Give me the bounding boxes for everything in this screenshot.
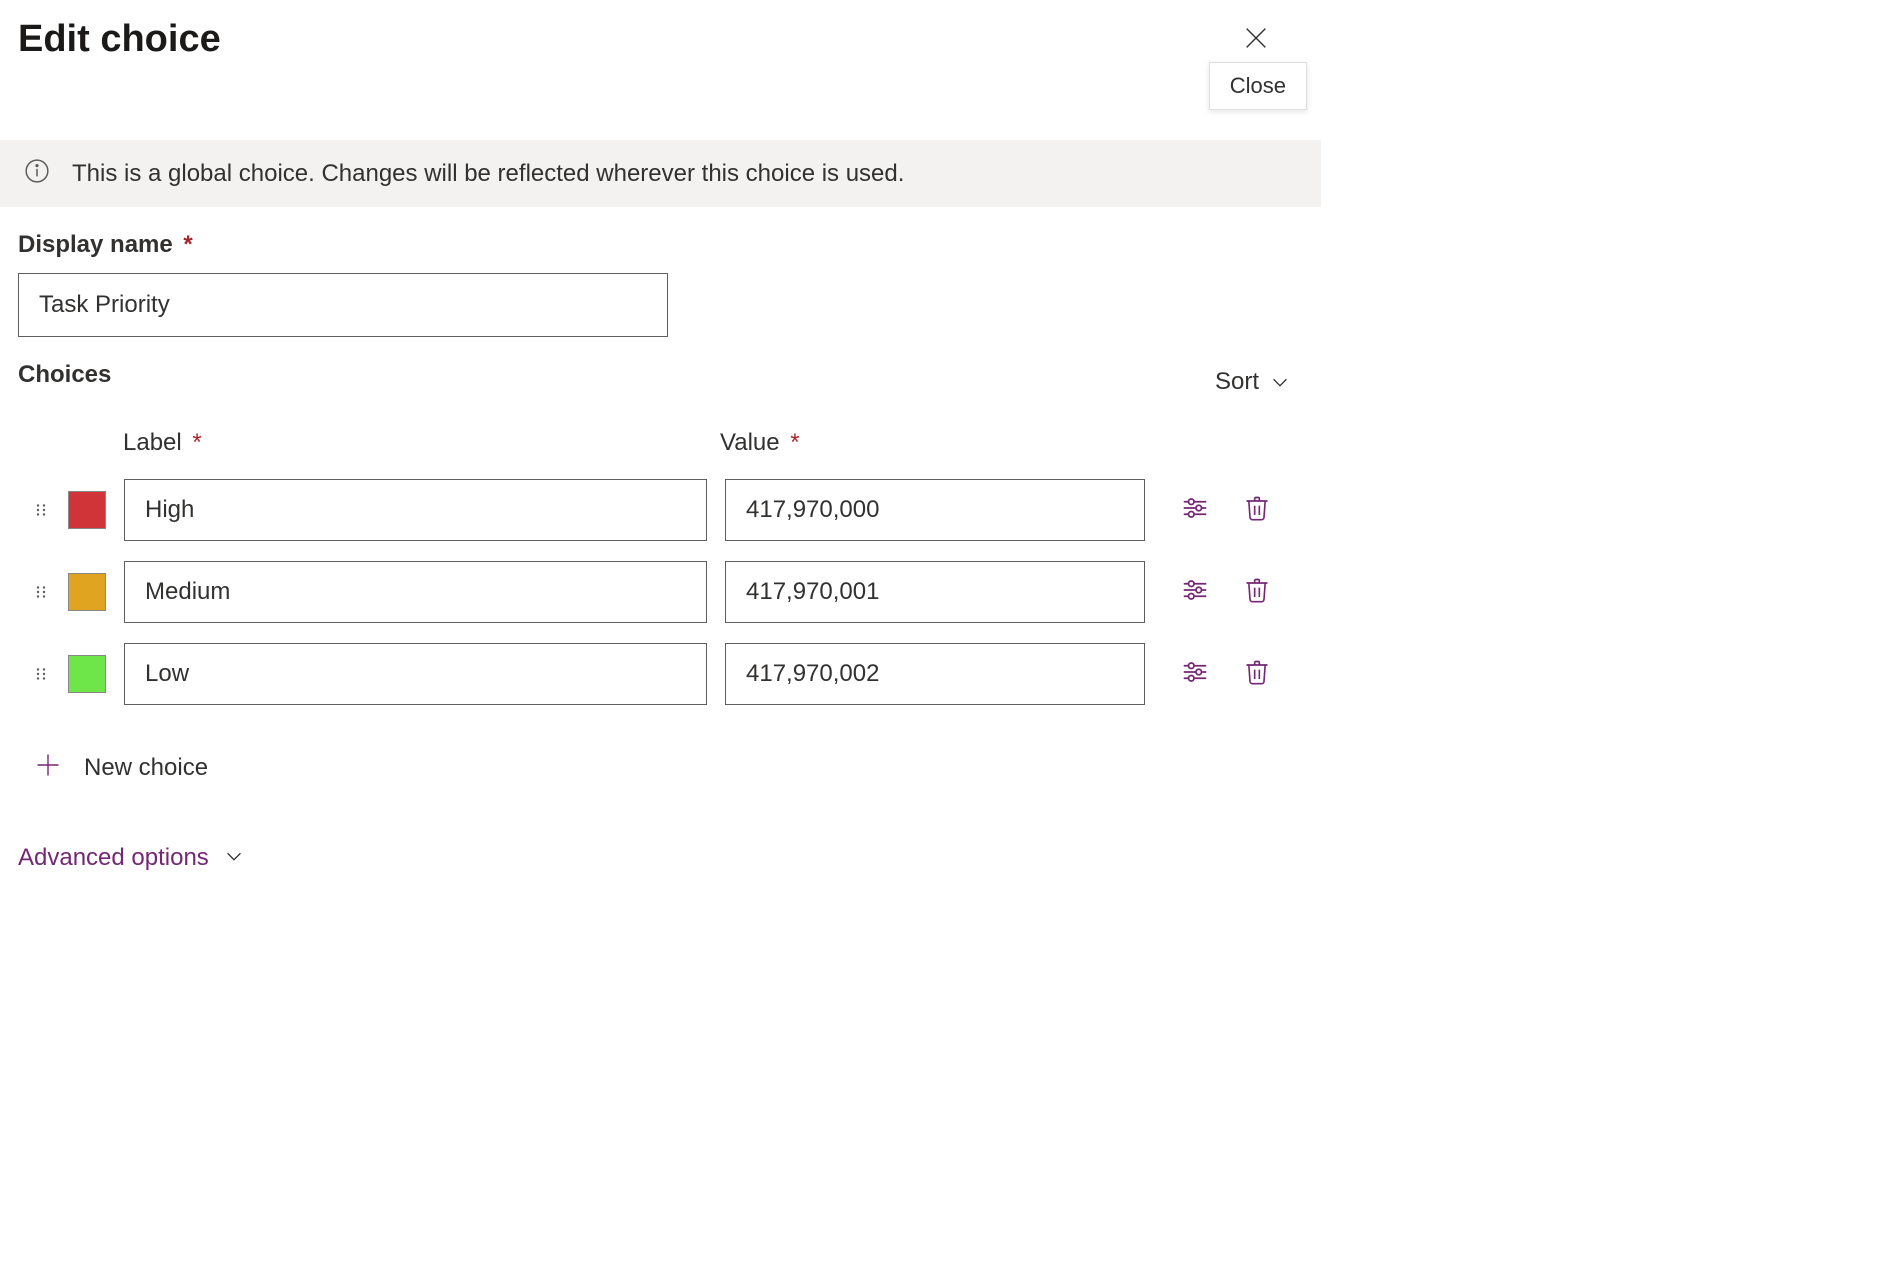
advanced-options-toggle[interactable]: Advanced options [0, 784, 1321, 878]
edit-choice-panel: Edit choice Close This is a global choic… [0, 0, 1321, 878]
trash-icon [1243, 658, 1271, 691]
drag-handle-icon[interactable] [18, 501, 64, 519]
trash-icon [1243, 494, 1271, 527]
color-swatch[interactable] [68, 573, 106, 611]
row-delete-button[interactable] [1241, 494, 1273, 526]
choice-column-headers: Label * Value * [0, 409, 1321, 469]
chevron-down-icon [1269, 371, 1291, 393]
sliders-icon [1180, 493, 1210, 528]
drag-handle-icon[interactable] [18, 665, 64, 683]
required-asterisk: * [790, 429, 799, 456]
required-asterisk: * [192, 429, 201, 456]
display-name-section: Display name * [0, 207, 1321, 337]
panel-header: Edit choice Close [0, 0, 1321, 140]
display-name-label-text: Display name [18, 231, 173, 258]
row-settings-button[interactable] [1179, 494, 1211, 526]
close-button[interactable] [1236, 18, 1276, 58]
color-swatch[interactable] [68, 491, 106, 529]
info-banner-text: This is a global choice. Changes will be… [72, 160, 904, 188]
drag-handle-icon[interactable] [18, 583, 64, 601]
sort-label: Sort [1215, 368, 1259, 396]
choice-value-input[interactable] [725, 643, 1145, 705]
choice-row [0, 469, 1321, 551]
choices-heading: Choices [18, 361, 111, 389]
row-delete-button[interactable] [1241, 576, 1273, 608]
sort-button[interactable]: Sort [1215, 368, 1303, 396]
plus-icon [34, 751, 62, 784]
new-choice-label: New choice [84, 754, 208, 782]
sliders-icon [1180, 575, 1210, 610]
chevron-down-icon [223, 845, 245, 872]
page-title: Edit choice [18, 18, 221, 61]
advanced-options-label: Advanced options [18, 844, 209, 872]
row-actions [1179, 576, 1273, 608]
choice-row [0, 633, 1321, 715]
close-icon [1242, 24, 1270, 52]
info-icon [24, 158, 50, 189]
display-name-label: Display name * [18, 231, 193, 259]
choice-value-input[interactable] [725, 561, 1145, 623]
choice-label-input[interactable] [124, 479, 707, 541]
row-actions [1179, 494, 1273, 526]
row-settings-button[interactable] [1179, 576, 1211, 608]
row-settings-button[interactable] [1179, 658, 1211, 690]
choice-rows-container [0, 469, 1321, 715]
choice-row [0, 551, 1321, 633]
trash-icon [1243, 576, 1271, 609]
sliders-icon [1180, 657, 1210, 692]
display-name-input[interactable] [18, 273, 668, 337]
color-swatch[interactable] [68, 655, 106, 693]
choice-label-input[interactable] [124, 561, 707, 623]
info-banner: This is a global choice. Changes will be… [0, 140, 1321, 207]
close-tooltip: Close [1209, 62, 1307, 110]
column-header-value: Value * [720, 429, 1140, 457]
choices-header: Choices Sort [0, 337, 1321, 409]
close-area: Close [1209, 18, 1303, 110]
column-header-label: Label * [123, 429, 706, 457]
new-choice-button[interactable]: New choice [0, 715, 1321, 784]
choice-value-input[interactable] [725, 479, 1145, 541]
choice-label-input[interactable] [124, 643, 707, 705]
required-asterisk: * [183, 231, 192, 258]
row-actions [1179, 658, 1273, 690]
row-delete-button[interactable] [1241, 658, 1273, 690]
